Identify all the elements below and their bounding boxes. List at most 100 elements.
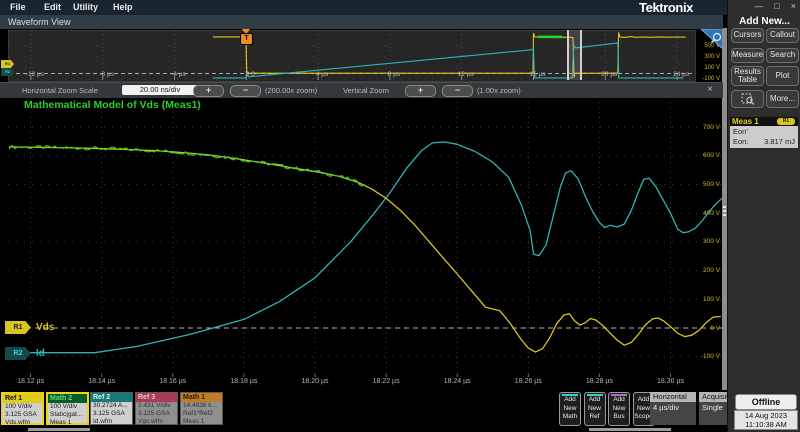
channel-badge-row: Id.wfm <box>91 418 132 426</box>
main-y-tick-label: 600 V <box>690 152 720 159</box>
channel-badge-row: 3.125 GSA <box>136 410 177 418</box>
offline-button[interactable]: Offline <box>735 394 797 410</box>
restore-button[interactable]: □ <box>774 1 779 11</box>
channel-badge-math-1[interactable]: Math 114.4836 k...Ref1*Ref2Meas 1 <box>180 392 223 425</box>
datetime-display: 14 Aug 2023 11:10:38 AM <box>734 410 798 430</box>
meas-result-row: Eon' <box>730 126 798 136</box>
channel-badge-name: Ref 2 <box>91 393 132 402</box>
overview-x-tick-label: 16 µs <box>529 71 545 78</box>
channel-badge-name: Math 1 <box>181 393 222 402</box>
trace-label-vds: Vds <box>36 322 54 333</box>
vertical-zoom-plus-button[interactable]: + <box>405 85 436 97</box>
channel-badge-row: Vgs.wfm <box>136 418 177 426</box>
meas1-results: Eon'Eon:3.817 mJ <box>730 126 798 148</box>
channel-badge-row: 14.4836 k... <box>181 402 222 410</box>
overview-y-tick-label: 300 V <box>694 54 720 60</box>
horizontal-zoom-plus-button[interactable]: + <box>193 85 224 97</box>
main-x-tick-label: 18.18 µs <box>230 378 257 385</box>
main-y-tick-label: 500 V <box>690 181 720 188</box>
horizontal-zoom-minus-button[interactable]: − <box>230 85 261 97</box>
time-text: 11:10:38 AM <box>735 421 797 430</box>
add-new-bus-button[interactable]: AddNewBus <box>608 392 630 426</box>
close-button[interactable]: × <box>791 1 796 11</box>
tektronix-logo: Tektronix <box>639 0 693 15</box>
horizontal-zoom-scale-label: Horizontal Zoom Scale <box>22 86 98 95</box>
menu-item-edit[interactable]: Edit <box>44 2 61 12</box>
channel-badge-ref-1[interactable]: Ref 1100 V/div3.125 GSAVds.wfm <box>1 392 44 425</box>
zoom-scale-bar: Horizontal Zoom Scale 20.00 ns/div + − (… <box>0 82 723 98</box>
add-new-math-button[interactable]: AddNewMath <box>559 392 581 426</box>
main-y-tick-label: 100 V <box>690 296 720 303</box>
close-zoom-view-button[interactable]: × <box>703 84 717 96</box>
waveform-view-tab[interactable]: Waveform View <box>0 15 723 29</box>
channel-badge-row: 2.431 V/div <box>136 402 177 410</box>
meas-result-row: Eon:3.817 mJ <box>730 136 798 146</box>
channel-badge-row: 30.2724 A... <box>91 402 132 410</box>
channel-badge-row: Static|gat... <box>48 411 87 419</box>
channel-badge-row: Ref1*Ref2 <box>181 410 222 418</box>
zoom-box-icon-button[interactable] <box>731 90 764 108</box>
menu-item-utility[interactable]: Utility <box>73 2 98 12</box>
channel-badge-name: Math 2 <box>48 394 87 403</box>
channel-badge-ref-3[interactable]: Ref 32.431 V/div3.125 GSAVgs.wfm <box>135 392 178 425</box>
menu-item-file[interactable]: File <box>10 2 26 12</box>
overview-x-tick-label: 12 µs <box>458 71 474 78</box>
vertical-zoom-minus-button[interactable]: − <box>442 85 473 97</box>
zoom-box-icon <box>741 93 755 105</box>
main-y-tick-label: 200 V <box>690 267 720 274</box>
callout-button[interactable]: Callout <box>766 28 799 43</box>
main-y-tick-label: 0 V <box>690 325 720 332</box>
main-trace-id <box>9 142 722 353</box>
main-x-tick-label: 18.30 µs <box>657 378 684 385</box>
channel-badge-math-2[interactable]: Math 2100 V/divStatic|gat...Meas 1 <box>46 392 89 425</box>
meas-result-label: Eon' <box>733 127 748 136</box>
more-button[interactable]: More... <box>766 90 799 108</box>
channel-badge-name: Ref 3 <box>136 393 177 402</box>
main-y-tick-label: 300 V <box>690 238 720 245</box>
scrollbar[interactable] <box>589 428 671 431</box>
horizontal-zoom-scale-input[interactable]: 20.00 ns/div <box>122 85 198 95</box>
search-button[interactable]: Search <box>766 48 799 63</box>
vertical-zoom-label: Vertical Zoom <box>343 86 389 95</box>
zoom-window-box[interactable] <box>567 30 582 80</box>
menu-item-help[interactable]: Help <box>113 2 133 12</box>
overview-x-tick-label: 8 µs <box>388 71 400 78</box>
channel-badge-row: 100 V/div <box>3 403 42 411</box>
horizontal-settings-badge[interactable]: Horizontal 4 µs/div <box>650 392 696 425</box>
ref-marker-r1[interactable]: R1 <box>5 321 31 334</box>
ref-marker-r2[interactable]: R2 <box>5 347 31 360</box>
channel-badge-row: Meas 1 <box>48 419 87 427</box>
channel-badge-ref-2[interactable]: Ref 230.2724 A...3.125 GSAId.wfm <box>90 392 133 425</box>
main-x-tick-label: 18.16 µs <box>159 378 186 385</box>
right-panel: — □ × Add New... CursorsCalloutMeasureSe… <box>727 0 800 432</box>
math-model-title: Mathematical Model of Vds (Meas1) <box>24 99 201 111</box>
scrollbar[interactable] <box>28 428 90 431</box>
trigger-flag-icon[interactable]: T <box>240 33 253 45</box>
divider-grip[interactable] <box>723 204 726 218</box>
main-x-tick-label: 18.22 µs <box>373 378 400 385</box>
main-x-tick-label: 18.24 µs <box>444 378 471 385</box>
channel-badge-row: 3.125 GSA <box>91 410 132 418</box>
cursors-button[interactable]: Cursors <box>731 28 764 43</box>
main-x-tick-label: 18.26 µs <box>515 378 542 385</box>
main-x-tick-label: 18.28 µs <box>586 378 613 385</box>
waveform-view-label: Waveform View <box>8 17 71 27</box>
trace-label-id: Id <box>36 348 45 359</box>
menu-bar: File Edit Utility Help Tektronix <box>0 0 727 15</box>
overview-y-tick-label: 100 V <box>694 65 720 71</box>
overview-x-tick-label: 4 µs <box>316 71 328 78</box>
vertical-zoom-factor: (1.00x zoom) <box>477 86 521 95</box>
results-table-button[interactable]: Results Table <box>731 66 764 86</box>
plot-button[interactable]: Plot <box>766 66 799 86</box>
main-x-tick-label: 18.14 µs <box>88 378 115 385</box>
add-new-title: Add New... <box>728 16 800 27</box>
meas-result-value: 3.817 mJ <box>764 137 795 146</box>
overview-x-tick-label: -4 µs <box>171 71 186 78</box>
overview-x-tick-label: -8 µs <box>99 71 114 78</box>
add-new-button-line: New <box>609 405 629 414</box>
minimize-button[interactable]: — <box>754 1 763 11</box>
measure-button[interactable]: Measure <box>731 48 764 63</box>
add-new-ref-button[interactable]: AddNewRef <box>584 392 606 426</box>
horizontal-label: Horizontal <box>650 392 696 402</box>
meas1-badge-header[interactable]: Meas 1 R1 <box>730 117 798 126</box>
